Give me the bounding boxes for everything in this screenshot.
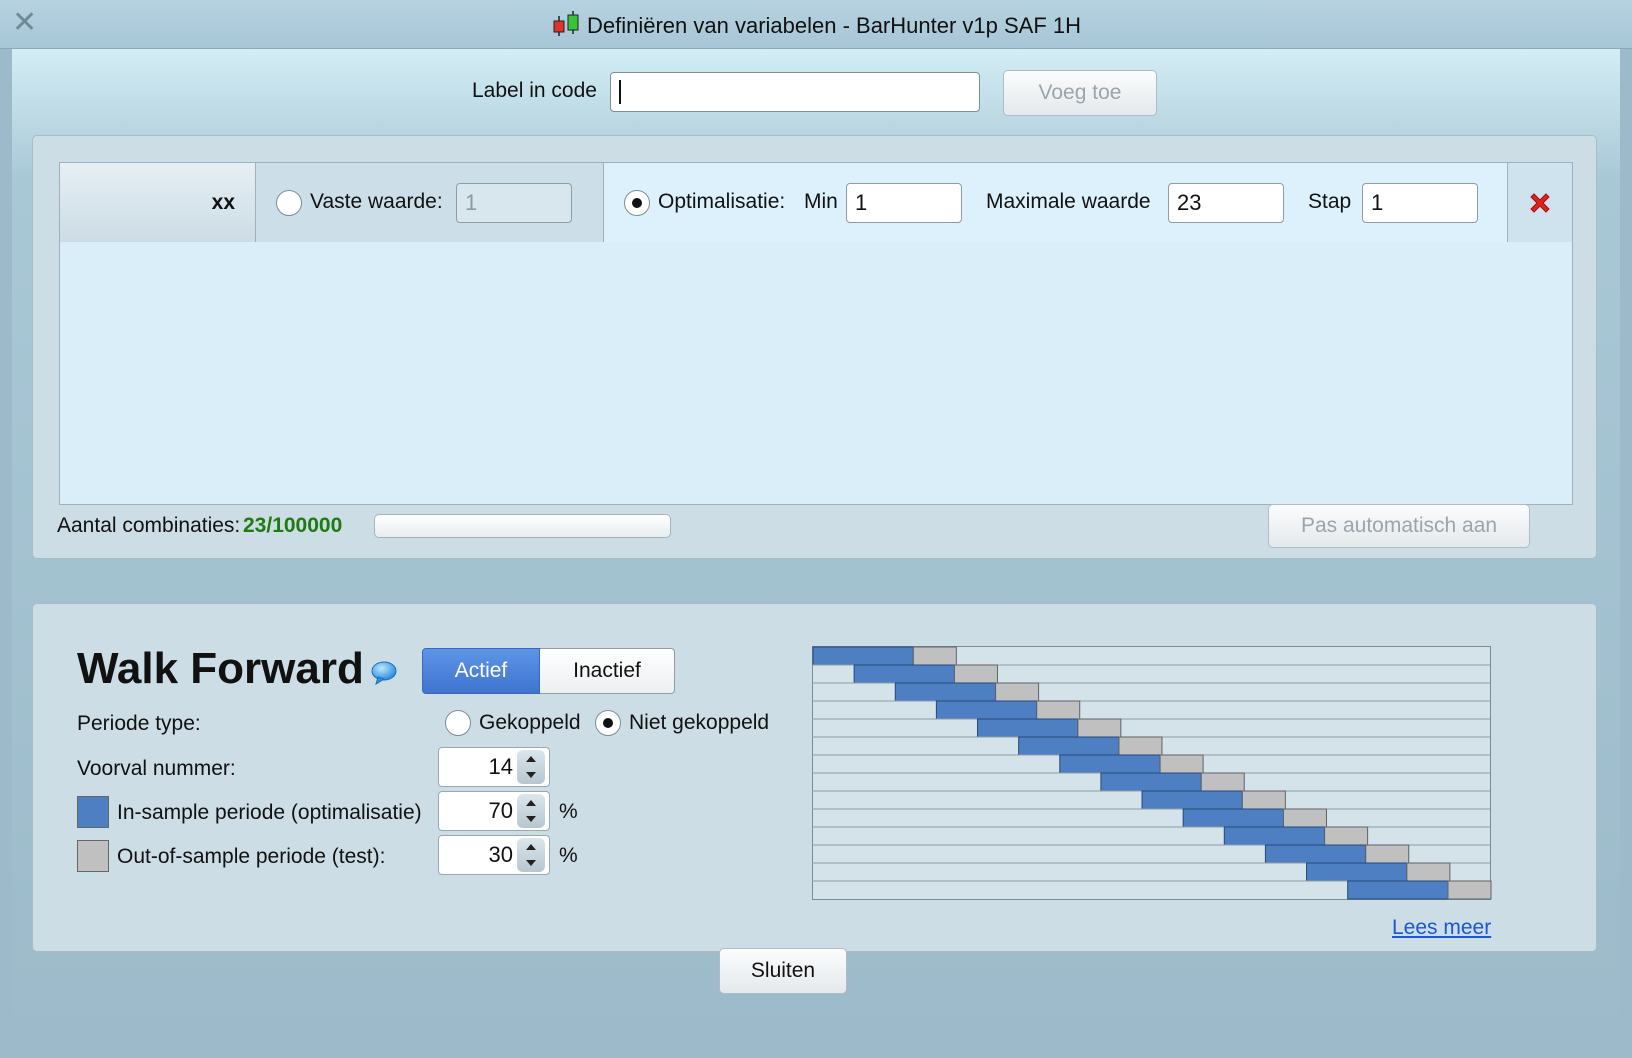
step-input[interactable]: 1 bbox=[1362, 183, 1478, 223]
label-in-code-input[interactable] bbox=[610, 72, 980, 112]
out-sample-value: 30 bbox=[488, 842, 513, 867]
read-more-link[interactable]: Lees meer bbox=[1392, 916, 1491, 940]
optimization-radio[interactable] bbox=[624, 190, 650, 216]
in-sample-color-swatch bbox=[77, 796, 109, 828]
walk-forward-title: Walk Forward bbox=[77, 644, 364, 693]
dialog-body: Label in code Voeg toe xx Vaste waarde: … bbox=[12, 49, 1620, 1058]
out-sample-bar bbox=[1077, 718, 1122, 738]
min-input[interactable]: 1 bbox=[846, 183, 962, 223]
out-sample-bar bbox=[1282, 808, 1327, 828]
step-value: 1 bbox=[1371, 190, 1384, 215]
in-sample-bar bbox=[812, 646, 914, 666]
variable-name: xx bbox=[211, 191, 235, 214]
in-sample-bar bbox=[1264, 844, 1367, 864]
active-toggle[interactable]: Actief bbox=[422, 648, 540, 694]
out-sample-bar bbox=[1324, 826, 1369, 846]
delete-variable-icon[interactable] bbox=[1527, 190, 1553, 216]
walk-forward-diagram bbox=[812, 646, 1492, 900]
out-sample-bar bbox=[912, 646, 957, 666]
fixed-value-radio[interactable] bbox=[276, 190, 302, 216]
out-sample-stepper-arrows[interactable] bbox=[517, 838, 545, 872]
runs-stepper-arrows[interactable] bbox=[517, 750, 545, 784]
title-bar: ✕ Definiëren van variabelen - BarHunter … bbox=[0, 0, 1632, 49]
in-sample-bar bbox=[1141, 790, 1243, 810]
out-sample-label: Out-of-sample periode (test): bbox=[117, 845, 386, 868]
in-sample-bar bbox=[1018, 736, 1120, 756]
out-sample-bar bbox=[1118, 736, 1163, 756]
in-sample-bar bbox=[1306, 862, 1408, 882]
window-title-wrap: Definiëren van variabelen - BarHunter v1… bbox=[0, 10, 1632, 39]
info-bubble-icon[interactable] bbox=[370, 660, 398, 686]
step-label: Stap bbox=[1308, 190, 1352, 213]
out-sample-bar bbox=[1241, 790, 1286, 810]
in-sample-bar bbox=[935, 700, 1038, 720]
uncoupled-radio[interactable] bbox=[595, 710, 621, 736]
in-sample-bar bbox=[894, 682, 997, 702]
fixed-value-input[interactable]: 1 bbox=[456, 183, 572, 223]
combinations-value: 23/100000 bbox=[243, 514, 343, 537]
optimization-label: Optimalisatie: bbox=[658, 190, 786, 213]
out-sample-bar bbox=[1447, 880, 1492, 900]
period-type-label: Periode type: bbox=[77, 712, 201, 735]
fixed-value-label: Vaste waarde: bbox=[310, 190, 443, 213]
combinations-label: Aantal combinaties: bbox=[57, 514, 241, 537]
out-sample-color-swatch bbox=[77, 840, 109, 872]
walk-forward-panel: Walk Forward Actief Inactief Periode typ… bbox=[32, 603, 1597, 952]
out-sample-bar bbox=[1159, 754, 1204, 774]
in-sample-stepper-arrows[interactable] bbox=[517, 794, 545, 828]
max-value: 23 bbox=[1177, 190, 1202, 215]
in-sample-bar bbox=[977, 718, 1079, 738]
close-button[interactable]: Sluiten bbox=[719, 948, 847, 994]
out-sample-bar bbox=[1365, 844, 1410, 864]
variable-row: xx Vaste waarde: 1 Optimalisatie: Min 1 … bbox=[59, 162, 1573, 244]
out-sample-bar bbox=[1200, 772, 1245, 792]
in-sample-spinner[interactable]: 70 bbox=[438, 791, 550, 831]
coupled-label: Gekoppeld bbox=[479, 711, 581, 734]
in-sample-label: In-sample periode (optimalisatie) bbox=[117, 801, 422, 824]
min-label: Min bbox=[804, 190, 838, 213]
inactive-toggle[interactable]: Inactief bbox=[540, 648, 675, 694]
out-sample-spinner[interactable]: 30 bbox=[438, 835, 550, 875]
out-sample-percent: % bbox=[559, 844, 578, 867]
delete-cell bbox=[1508, 163, 1572, 243]
text-cursor bbox=[619, 80, 621, 104]
min-value: 1 bbox=[855, 190, 868, 215]
candlestick-icon bbox=[553, 11, 579, 36]
in-sample-bar bbox=[1223, 826, 1326, 846]
runs-spinner[interactable]: 14 bbox=[438, 747, 550, 787]
max-label: Maximale waarde bbox=[986, 190, 1151, 213]
in-sample-bar bbox=[853, 664, 955, 684]
out-sample-bar bbox=[1406, 862, 1451, 882]
optimization-cell: Optimalisatie: Min 1 Maximale waarde 23 … bbox=[604, 163, 1508, 243]
in-sample-bar bbox=[1100, 772, 1202, 792]
add-button[interactable]: Voeg toe bbox=[1003, 70, 1157, 116]
out-sample-bar bbox=[995, 682, 1040, 702]
uncoupled-label: Niet gekoppeld bbox=[629, 711, 770, 734]
fixed-value-text: 1 bbox=[465, 190, 478, 215]
max-input[interactable]: 23 bbox=[1168, 183, 1284, 223]
in-sample-bar bbox=[1182, 808, 1284, 828]
runs-value: 14 bbox=[488, 754, 513, 779]
coupled-radio[interactable] bbox=[445, 710, 471, 736]
variable-list-area bbox=[59, 242, 1573, 505]
window-title: Definiëren van variabelen - BarHunter v1… bbox=[586, 13, 1082, 38]
variable-name-cell: xx bbox=[60, 163, 256, 243]
runs-label: Voorval nummer: bbox=[77, 757, 236, 780]
in-sample-bar bbox=[1347, 880, 1449, 900]
label-in-code-label: Label in code bbox=[472, 79, 597, 102]
in-sample-bar bbox=[1059, 754, 1161, 774]
in-sample-percent: % bbox=[559, 800, 578, 823]
fixed-value-cell: Vaste waarde: 1 bbox=[256, 163, 604, 243]
out-sample-bar bbox=[1036, 700, 1081, 720]
in-sample-value: 70 bbox=[488, 798, 513, 823]
variables-panel: xx Vaste waarde: 1 Optimalisatie: Min 1 … bbox=[32, 135, 1597, 559]
combinations-progress bbox=[374, 514, 671, 538]
auto-adjust-button[interactable]: Pas automatisch aan bbox=[1268, 504, 1530, 548]
out-sample-bar bbox=[953, 664, 998, 684]
